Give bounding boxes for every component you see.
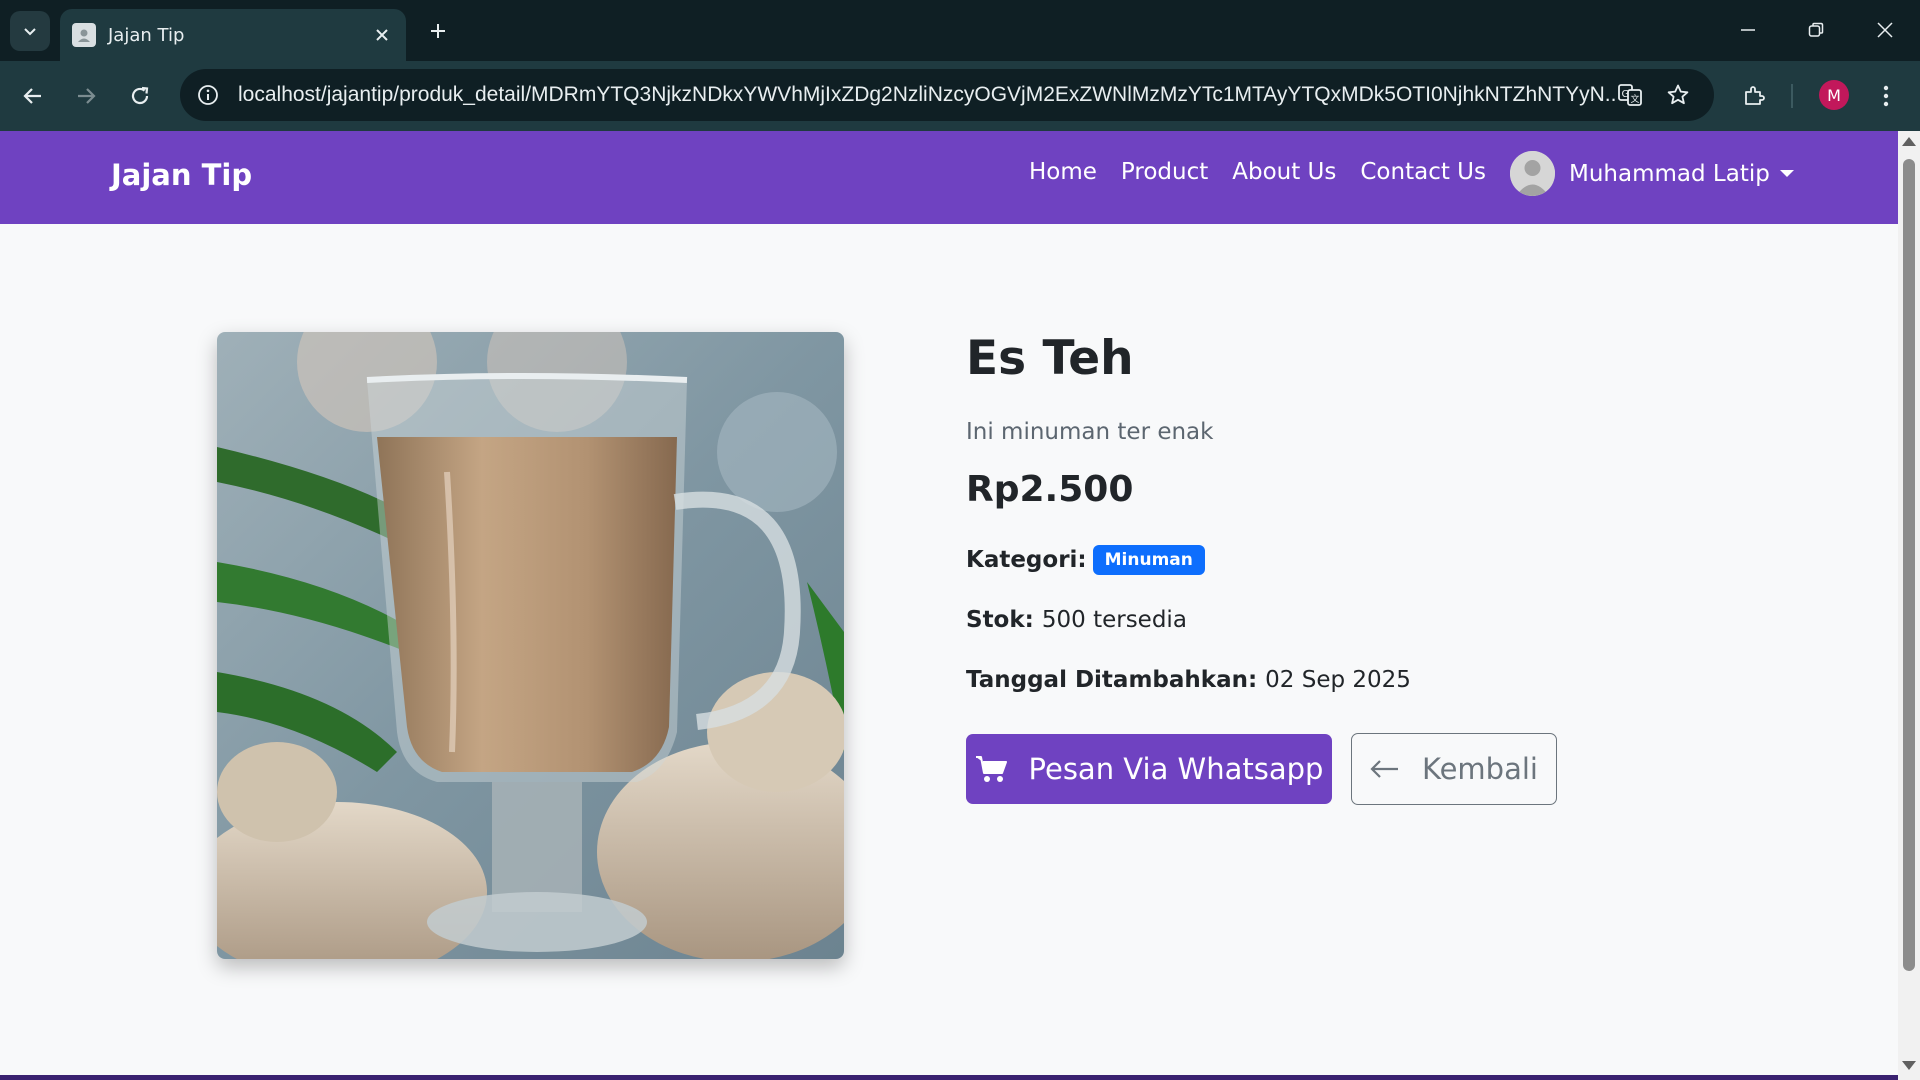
nav-link-product[interactable]: Product	[1121, 159, 1208, 185]
tab-title: Jajan Tip	[108, 24, 185, 46]
arrow-left-icon	[1370, 760, 1399, 778]
favicon-icon	[72, 23, 96, 47]
brand-link[interactable]: Jajan Tip	[111, 158, 252, 192]
nav-link-home[interactable]: Home	[1029, 159, 1097, 185]
date-row: Tanggal Ditambahkan: 02 Sep 2025	[966, 667, 1411, 693]
browser-toolbar: localhost/jajantip/produk_detail/MDRmYTQ…	[0, 61, 1920, 131]
date-label: Tanggal Ditambahkan:	[966, 667, 1258, 693]
address-bar[interactable]: localhost/jajantip/produk_detail/MDRmYTQ…	[180, 69, 1714, 121]
nav-link-contact[interactable]: Contact Us	[1360, 159, 1486, 185]
profile-avatar[interactable]: M	[1819, 80, 1849, 110]
category-label: Kategori:	[966, 547, 1087, 573]
chevron-down-icon	[1779, 170, 1794, 177]
extensions-icon[interactable]	[1734, 76, 1774, 116]
close-icon[interactable]	[366, 19, 398, 51]
user-dropdown[interactable]: Muhammad Latip	[1510, 151, 1794, 196]
plus-icon[interactable]	[420, 13, 456, 49]
user-avatar-icon	[1510, 151, 1555, 196]
browser-tab-bar: Jajan Tip	[0, 0, 1920, 61]
nav-link-about[interactable]: About Us	[1232, 159, 1336, 185]
back-button-label: Kembali	[1422, 752, 1538, 786]
order-button-label: Pesan Via Whatsapp	[1028, 752, 1324, 786]
back-icon[interactable]	[13, 76, 53, 116]
product-title: Es Teh	[966, 331, 1134, 386]
product-description: Ini minuman ter enak	[966, 419, 1214, 445]
order-whatsapp-button[interactable]: Pesan Via Whatsapp	[966, 734, 1332, 804]
product-price: Rp2.500	[966, 469, 1134, 510]
url-text: localhost/jajantip/produk_detail/MDRmYTQ…	[238, 83, 1618, 106]
forward-icon[interactable]	[66, 76, 106, 116]
translate-icon[interactable]: G文	[1614, 79, 1646, 111]
stock-label: Stok:	[966, 607, 1034, 633]
close-window-icon[interactable]	[1863, 10, 1907, 50]
page-scrollbar[interactable]	[1898, 131, 1920, 1080]
user-name: Muhammad Latip	[1569, 160, 1770, 187]
site-navbar: Jajan Tip Home Product About Us Contact …	[0, 131, 1898, 224]
category-badge: Minuman	[1092, 545, 1205, 575]
back-button[interactable]: Kembali	[1351, 733, 1557, 805]
stock-row: Stok: 500 tersedia	[966, 607, 1187, 633]
product-image	[217, 332, 844, 959]
info-icon[interactable]	[192, 79, 224, 111]
category-row: Kategori: Minuman	[966, 545, 1205, 575]
date-value: 02 Sep 2025	[1265, 667, 1411, 693]
star-icon[interactable]	[1662, 79, 1694, 111]
stock-value: 500 tersedia	[1041, 607, 1187, 633]
nav-links: Home Product About Us Contact Us	[1029, 159, 1486, 185]
footer-edge	[0, 1075, 1898, 1080]
scroll-down-icon[interactable]	[1902, 1061, 1916, 1070]
minimize-icon[interactable]	[1726, 10, 1770, 50]
browser-tab[interactable]: Jajan Tip	[60, 9, 406, 61]
svg-text:文: 文	[1631, 93, 1640, 105]
scroll-thumb[interactable]	[1903, 159, 1915, 971]
cart-icon	[975, 756, 1007, 782]
reload-icon[interactable]	[120, 76, 160, 116]
scroll-up-icon[interactable]	[1902, 137, 1916, 146]
more-icon[interactable]	[1866, 76, 1906, 116]
toolbar-divider	[1791, 84, 1793, 108]
tab-search-icon[interactable]	[10, 11, 50, 51]
restore-icon[interactable]	[1794, 10, 1838, 50]
page-viewport: Jajan Tip Home Product About Us Contact …	[0, 131, 1898, 1080]
